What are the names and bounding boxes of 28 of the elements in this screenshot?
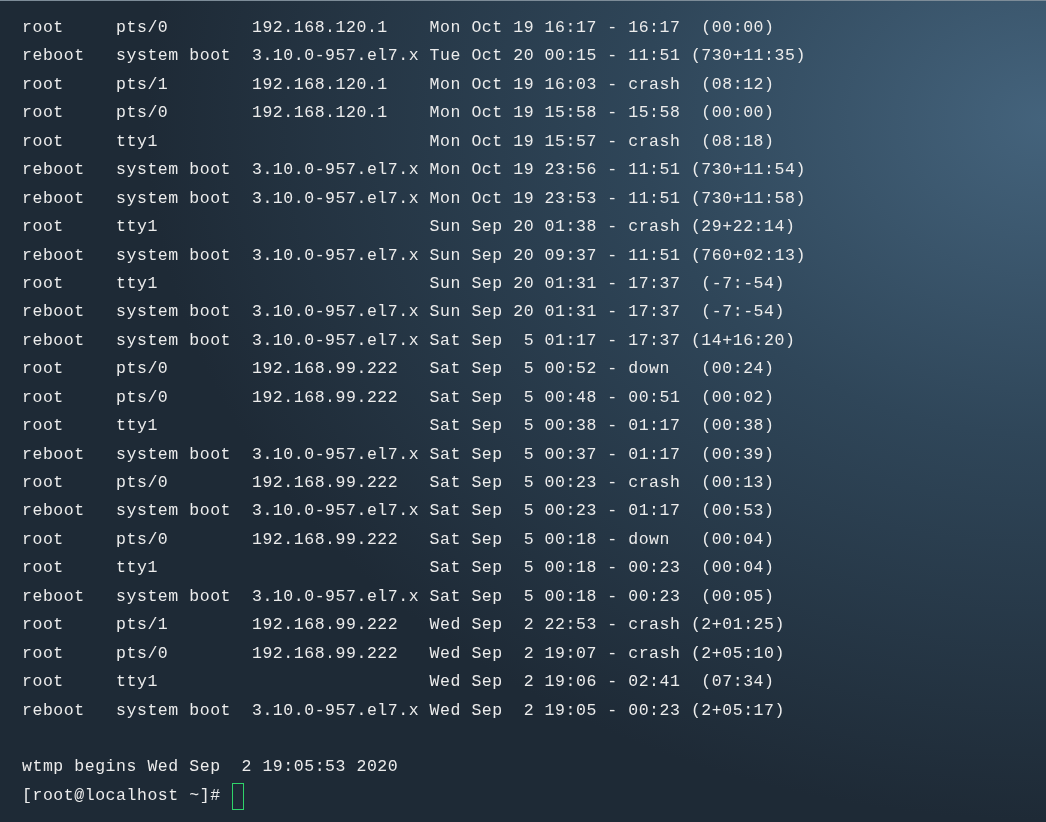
output-line: reboot system boot 3.10.0-957.el7.x Sun Sep 20 09:37 - 11:51 (760+02:13) — [22, 244, 806, 267]
output-line: root tty1 Sun Sep 20 01:38 - crash (29+22:14) — [22, 216, 796, 239]
output-line: root tty1 Sat Sep 5 00:38 - 01:17 (00:38) — [22, 415, 775, 438]
output-line: reboot system boot 3.10.0-957.el7.x Wed Sep 2 19:05 - 00:23 (2+05:17) — [22, 699, 785, 722]
output-line: root pts/0 192.168.99.222 Wed Sep 2 19:07 - crash (2+05:10) — [22, 642, 785, 665]
output-line: root pts/1 192.168.99.222 Wed Sep 2 22:53 - crash (2+01:25) — [22, 614, 785, 637]
output-line: root tty1 Mon Oct 19 15:57 - crash (08:18) — [22, 130, 775, 153]
output-line: reboot system boot 3.10.0-957.el7.x Mon Oct 19 23:53 - 11:51 (730+11:58) — [22, 187, 806, 210]
output-line: reboot system boot 3.10.0-957.el7.x Sat Sep 5 00:37 - 01:17 (00:39) — [22, 443, 775, 466]
output-line: root pts/1 192.168.120.1 Mon Oct 19 16:03 - crash (08:12) — [22, 73, 775, 96]
output-line: root tty1 Wed Sep 2 19:06 - 02:41 (07:34) — [22, 671, 775, 694]
output-line: root pts/0 192.168.99.222 Sat Sep 5 00:52 - down (00:24) — [22, 358, 775, 381]
shell-prompt: [root@localhost ~]# — [22, 784, 221, 807]
output-line: reboot system boot 3.10.0-957.el7.x Tue Oct 20 00:15 - 11:51 (730+11:35) — [22, 45, 806, 68]
output-line: reboot system boot 3.10.0-957.el7.x Sat Sep 5 00:23 - 01:17 (00:53) — [22, 500, 775, 523]
output-line: root pts/0 192.168.120.1 Mon Oct 19 16:17 - 16:17 (00:00) — [22, 17, 775, 39]
output-line: root pts/0 192.168.99.222 Sat Sep 5 00:48 - 00:51 (00:02) — [22, 386, 775, 409]
output-line: wtmp begins Wed Sep 2 19:05:53 2020 — [22, 756, 399, 779]
output-line: reboot system boot 3.10.0-957.el7.x Mon Oct 19 23:56 - 11:51 (730+11:54) — [22, 159, 806, 182]
output-line: root tty1 Sun Sep 20 01:31 - 17:37 (-7:-54) — [22, 272, 785, 295]
output-line: root pts/0 192.168.99.222 Sat Sep 5 00:18 - down (00:04) — [22, 528, 775, 551]
output-line: reboot system boot 3.10.0-957.el7.x Sun Sep 20 01:31 - 17:37 (-7:-54) — [22, 301, 785, 324]
text-cursor — [231, 782, 244, 810]
output-line: reboot system boot 3.10.0-957.el7.x Sat Sep 5 00:18 - 00:23 (00:05) — [22, 585, 775, 608]
output-line: root tty1 Sat Sep 5 00:18 - 00:23 (00:04) — [22, 557, 775, 580]
output-line: root pts/0 192.168.120.1 Mon Oct 19 15:58 - 15:58 (00:00) — [22, 102, 775, 125]
output-line: reboot system boot 3.10.0-957.el7.x Sat Sep 5 01:17 - 17:37 (14+16:20) — [22, 329, 796, 352]
output-line: root pts/0 192.168.99.222 Sat Sep 5 00:23 - crash (00:13) — [22, 472, 775, 494]
